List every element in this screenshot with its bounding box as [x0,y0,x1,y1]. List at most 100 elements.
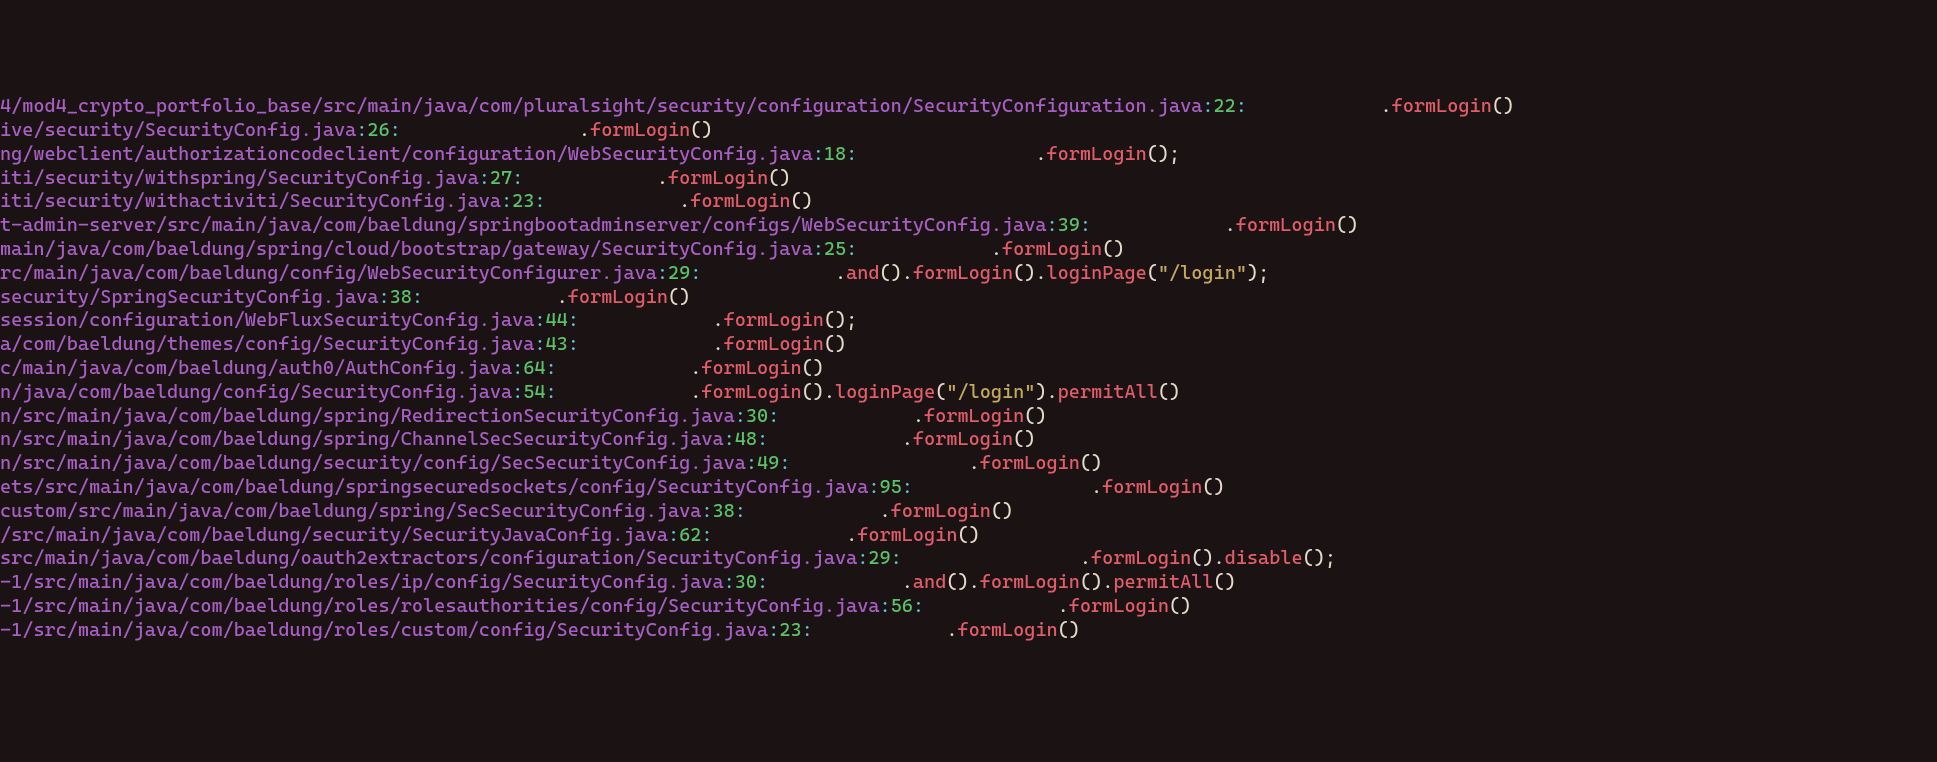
code-token: () [690,119,712,141]
code-token: (). [880,262,913,284]
string-literal: "/login" [946,381,1035,403]
code-token: ); [1247,262,1269,284]
line-number: 43 [546,333,568,355]
separator-colon: : [857,547,868,569]
separator-colon: : [891,547,902,569]
separator-colon: : [735,500,746,522]
code-token: () [1169,595,1191,617]
code-token: . [880,500,891,522]
method-call: formLogin [690,190,790,212]
grep-result-line: custom/src/main/java/com/baeldung/spring… [0,500,1937,524]
line-number: 44 [546,309,568,331]
indent-whitespace [557,381,691,403]
method-call: formLogin [1392,95,1492,117]
code-token: (); [1303,547,1336,569]
indent-whitespace [779,405,913,427]
separator-colon: : [512,381,523,403]
separator-colon: : [746,452,757,474]
separator-colon: : [690,262,701,284]
code-token: . [713,309,724,331]
file-path: src/main/java/com/baeldung/oauth2extract… [0,547,857,569]
code-token: . [690,381,701,403]
method-call: formLogin [980,571,1080,593]
separator-colon: : [546,357,557,379]
code-token: . [1091,476,1102,498]
line-number: 30 [735,571,757,593]
file-path: rc/main/java/com/baeldung/config/WebSecu… [0,262,657,284]
indent-whitespace [713,524,847,546]
code-token: . [1225,214,1236,236]
code-token: . [1035,143,1046,165]
grep-result-line: -1/src/main/java/com/baeldung/roles/ip/c… [0,571,1937,595]
method-call: formLogin [980,452,1080,474]
code-token: () [1202,476,1224,498]
indent-whitespace [857,238,991,260]
file-path: n/src/main/java/com/baeldung/spring/Redi… [0,405,735,427]
line-number: 29 [868,547,890,569]
grep-result-line: iti/security/withactiviti/SecurityConfig… [0,190,1937,214]
indent-whitespace [701,262,835,284]
separator-colon: : [534,309,545,331]
code-token: () [802,357,824,379]
file-path: ive/security/SecurityConfig.java [0,119,356,141]
code-token: (); [1147,143,1180,165]
file-path: iti/security/withspring/SecurityConfig.j… [0,167,479,189]
code-token: () [991,500,1013,522]
file-path: iti/security/withactiviti/SecurityConfig… [0,190,501,212]
indent-whitespace [857,143,1035,165]
code-token: . [913,405,924,427]
indent-whitespace [924,595,1058,617]
separator-colon: : [356,119,367,141]
code-token: () [957,524,979,546]
file-path: n/src/main/java/com/baeldung/spring/Chan… [0,428,724,450]
file-path: 4/mod4_crypto_portfolio_base/src/main/ja… [0,95,1202,117]
grep-output: 4/mod4_crypto_portfolio_base/src/main/ja… [0,95,1937,642]
method-call: formLogin [1047,143,1147,165]
code-token: ( [1147,262,1158,284]
line-number: 64 [523,357,545,379]
file-path: session/configuration/WebFluxSecurityCon… [0,309,534,331]
separator-colon: : [846,143,857,165]
separator-colon: : [657,262,668,284]
code-token: () [1024,405,1046,427]
grep-result-line: a/com/baeldung/themes/config/SecurityCon… [0,333,1937,357]
grep-result-line: t-admin-server/src/main/java/com/baeldun… [0,214,1937,238]
grep-result-line: -1/src/main/java/com/baeldung/roles/role… [0,595,1937,619]
code-token: (). [1191,547,1224,569]
code-token: . [969,452,980,474]
code-token: . [679,190,690,212]
indent-whitespace [1091,214,1225,236]
code-token: . [579,119,590,141]
file-path: custom/src/main/java/com/baeldung/spring… [0,500,701,522]
method-call: formLogin [1069,595,1169,617]
line-number: 39 [1058,214,1080,236]
code-token: () [768,167,790,189]
line-number: 95 [880,476,902,498]
indent-whitespace [1247,95,1381,117]
separator-colon: : [501,190,512,212]
grep-result-line: iti/security/withspring/SecurityConfig.j… [0,167,1937,191]
code-token: . [713,333,724,355]
line-number: 26 [367,119,389,141]
line-number: 38 [390,286,412,308]
code-token: (); [824,309,857,331]
grep-result-line: n/src/main/java/com/baeldung/spring/Chan… [0,428,1937,452]
separator-colon: : [846,238,857,260]
separator-colon: : [913,595,924,617]
code-token: . [991,238,1002,260]
separator-colon: : [379,286,390,308]
method-call: formLogin [1091,547,1191,569]
separator-colon: : [412,286,423,308]
separator-colon: : [568,333,579,355]
separator-colon: : [779,452,790,474]
separator-colon: : [512,167,523,189]
method-call: formLogin [957,619,1057,641]
file-path: n/java/com/baeldung/config/SecurityConfi… [0,381,512,403]
separator-colon: : [880,595,891,617]
code-token: . [1380,95,1391,117]
separator-colon: : [568,309,579,331]
code-token: () [1013,428,1035,450]
code-token: . [690,357,701,379]
code-token: () [1492,95,1514,117]
grep-result-line: /src/main/java/com/baeldung/security/Sec… [0,524,1937,548]
